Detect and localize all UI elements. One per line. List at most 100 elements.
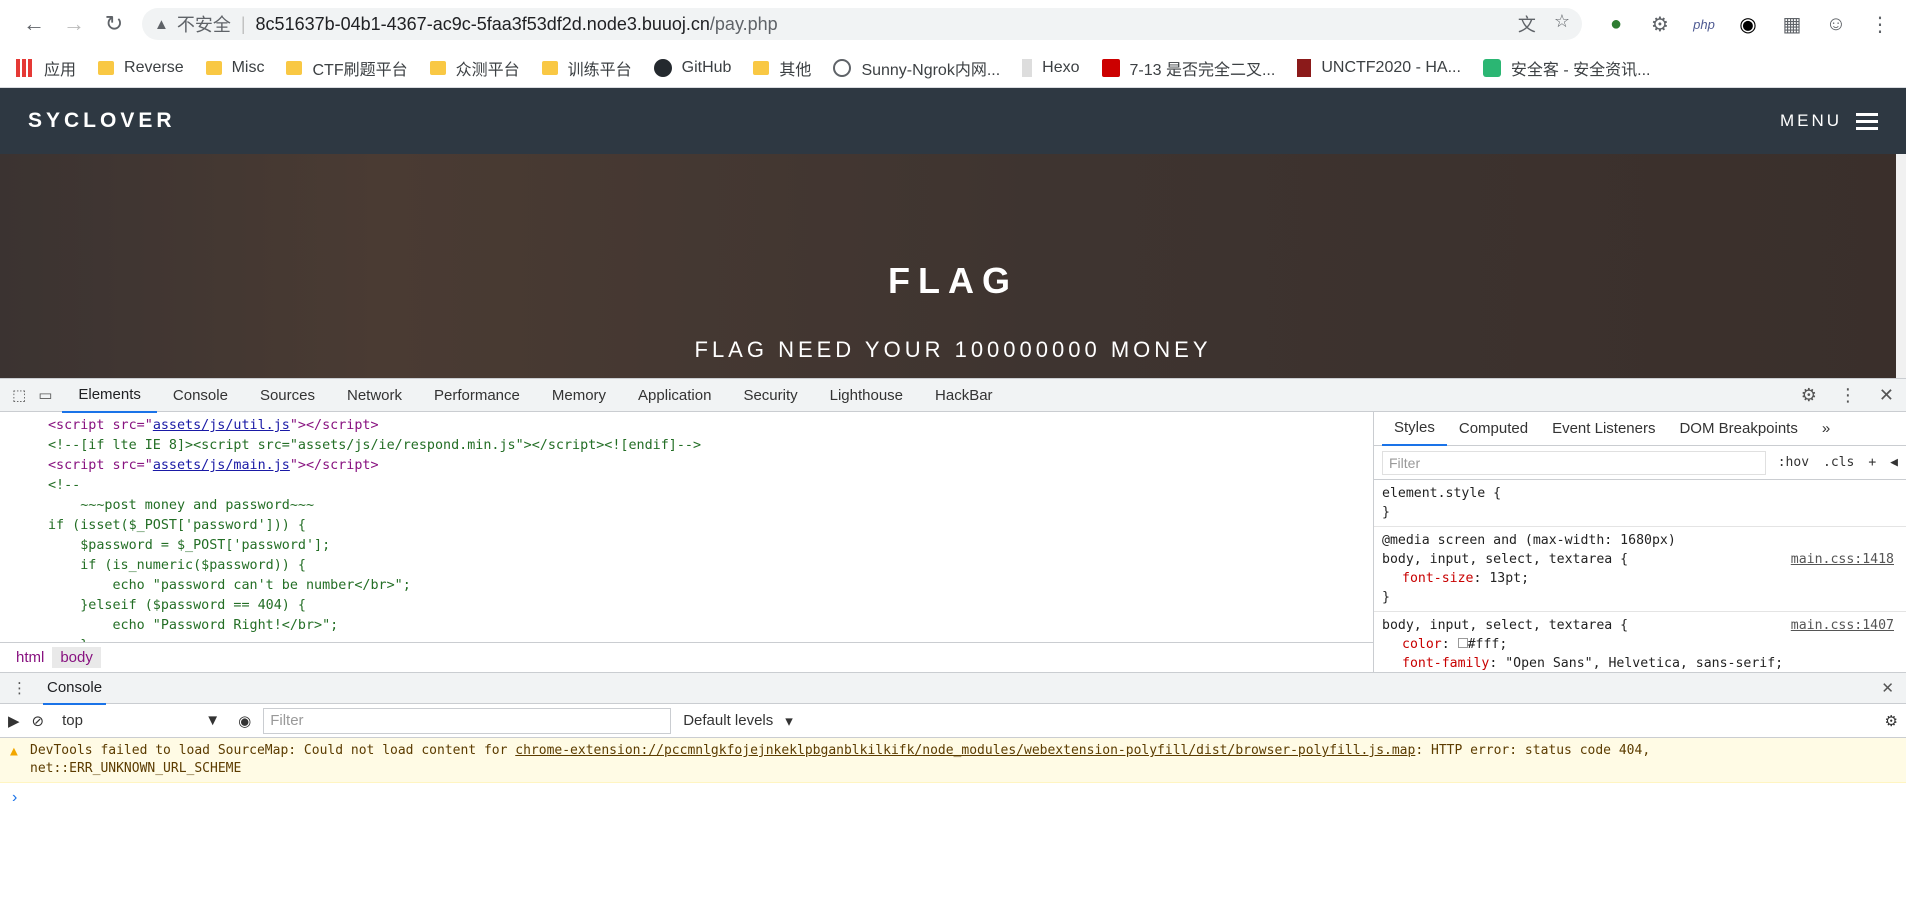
extension-circle-icon[interactable]: ◉: [1736, 12, 1760, 37]
reload-icon[interactable]: ↻: [94, 4, 134, 44]
bookmark-training[interactable]: 训练平台: [541, 56, 632, 80]
levels-dropdown[interactable]: Default levels: [683, 712, 773, 729]
extension-php-icon[interactable]: php: [1692, 17, 1716, 32]
add-rule-icon[interactable]: +: [1868, 455, 1876, 470]
dropdown-arrow-icon: ▼: [205, 712, 221, 729]
tab-lighthouse[interactable]: Lighthouse: [814, 379, 919, 412]
bookmark-reverse[interactable]: Reverse: [98, 59, 184, 77]
settings-icon[interactable]: ⚙: [1801, 385, 1817, 406]
crumb-html[interactable]: html: [8, 647, 52, 668]
element-style-rule[interactable]: element.style { }: [1374, 480, 1906, 527]
page-scrollbar[interactable]: [1896, 154, 1906, 378]
crumb-body[interactable]: body: [52, 647, 101, 668]
body-rule[interactable]: body, input, select, textarea { main.css:…: [1374, 612, 1906, 677]
tab-computed[interactable]: Computed: [1447, 412, 1540, 445]
tab-memory[interactable]: Memory: [536, 379, 622, 412]
bookmark-zhongce[interactable]: 众测平台: [429, 56, 520, 80]
console-settings-icon[interactable]: ⚙: [1885, 712, 1898, 730]
styles-tabs: Styles Computed Event Listeners DOM Brea…: [1374, 412, 1906, 446]
bookmark-ngrok[interactable]: Sunny-Ngrok内网...: [833, 56, 1000, 80]
rule1-source-link[interactable]: main.css:1418: [1791, 550, 1894, 569]
console-filter-input[interactable]: Filter: [263, 707, 672, 734]
close-icon[interactable]: ✕: [1879, 385, 1894, 406]
console-prompt[interactable]: ›: [0, 783, 1906, 813]
bookmark-other[interactable]: 其他: [753, 56, 811, 80]
devtools-toolbar: ⬚ ▭ Elements Console Sources Network Per…: [0, 378, 1906, 413]
dom-tree[interactable]: <script src="assets/js/util.js"></script…: [0, 412, 1373, 642]
drawer-tab-console[interactable]: Console: [43, 672, 107, 705]
folder-icon: [541, 60, 558, 75]
sidebar-icon[interactable]: ▶: [8, 712, 20, 730]
tab-performance[interactable]: Performance: [418, 379, 536, 412]
forward-icon[interactable]: →: [54, 4, 94, 44]
extension-green-icon[interactable]: ●: [1604, 13, 1628, 36]
tab-network[interactable]: Network: [331, 379, 418, 412]
styles-pane: Styles Computed Event Listeners DOM Brea…: [1374, 412, 1906, 672]
console-warning: ▲ DevTools failed to load SourceMap: Cou…: [0, 738, 1906, 783]
address-bar[interactable]: ▲ 不安全 | 8c51637b-04b1-4367-ac9c-5faa3f53…: [142, 8, 1582, 40]
sourcemap-link[interactable]: chrome-extension://pccmnlgkfojejnkeklpbg…: [515, 743, 1415, 758]
context-select[interactable]: top ▼: [56, 709, 226, 733]
tab-application[interactable]: Application: [622, 379, 727, 412]
drawer-menu-icon[interactable]: ⋮: [12, 679, 27, 697]
color-swatch[interactable]: [1457, 638, 1468, 648]
bookmark-binary-tree[interactable]: 7-13 是否完全二叉...: [1101, 56, 1275, 80]
menu-button[interactable]: MENU: [1780, 111, 1878, 131]
anquanke-icon: [1482, 58, 1501, 77]
folder-icon: [753, 60, 770, 75]
browser-toolbar: ← → ↻ ▲ 不安全 | 8c51637b-04b1-4367-ac9c-5f…: [0, 0, 1906, 48]
separator: |: [240, 13, 246, 34]
hamburger-icon: [1856, 112, 1878, 130]
tab-styles[interactable]: Styles: [1382, 411, 1447, 446]
eye-icon[interactable]: ◉: [238, 712, 251, 730]
warning-icon: ▲: [154, 15, 169, 33]
tab-elements[interactable]: Elements: [62, 378, 157, 413]
more-tabs-icon[interactable]: »: [1810, 412, 1842, 445]
cls-button[interactable]: .cls: [1823, 455, 1854, 470]
more-icon[interactable]: ⋮: [1868, 12, 1892, 37]
back-icon[interactable]: ←: [14, 4, 54, 44]
site-logo[interactable]: SYCLOVER: [28, 109, 176, 133]
clear-console-icon[interactable]: ⊘: [32, 712, 45, 730]
bookmark-ctf[interactable]: CTF刷题平台: [286, 56, 408, 80]
bookmark-misc[interactable]: Misc: [205, 59, 264, 77]
styles-filter-bar: Filter :hov .cls + ◀: [1374, 446, 1906, 480]
rule1-selector: body, input, select, textarea {: [1382, 552, 1629, 567]
warning-icon: ▲: [10, 744, 18, 759]
bookmark-anquanke[interactable]: 安全客 - 安全资讯...: [1482, 56, 1650, 80]
folder-icon: [286, 60, 303, 75]
url-path: /pay.php: [709, 13, 778, 34]
rule2-selector: body, input, select, textarea {: [1382, 618, 1629, 633]
tab-sources[interactable]: Sources: [244, 379, 331, 412]
tab-console[interactable]: Console: [157, 379, 244, 412]
tab-dom-breakpoints[interactable]: DOM Breakpoints: [1667, 412, 1809, 445]
elements-panel: <script src="assets/js/util.js"></script…: [0, 412, 1374, 672]
bookmark-unctf[interactable]: UNCTF2020 - HA...: [1297, 58, 1461, 77]
menu-label: MENU: [1779, 111, 1842, 130]
tab-security[interactable]: Security: [727, 379, 813, 412]
extensions-puzzle-icon[interactable]: ▦: [1780, 12, 1804, 37]
bookmark-apps[interactable]: 应用: [16, 56, 76, 80]
media-rule[interactable]: @media screen and (max-width: 1680px) bo…: [1374, 527, 1906, 612]
console-toolbar: ▶ ⊘ top ▼ ◉ Filter Default levels ▾ ⚙: [0, 704, 1906, 738]
styles-filter-input[interactable]: Filter: [1382, 450, 1766, 475]
folder-icon: [98, 60, 115, 75]
sidebar-toggle-icon[interactable]: ◀: [1890, 455, 1898, 470]
star-icon[interactable]: ☆: [1554, 11, 1570, 37]
drawer-close-icon[interactable]: ✕: [1881, 679, 1894, 697]
csdn-icon: [1101, 58, 1120, 77]
bookmark-hexo[interactable]: Hexo: [1022, 58, 1080, 77]
inspect-icon[interactable]: ⬚: [12, 386, 26, 404]
rule2-source-link[interactable]: main.css:1407: [1791, 616, 1894, 635]
profile-icon[interactable]: ☺: [1824, 13, 1848, 36]
extension-gear-icon[interactable]: ⚙: [1648, 12, 1672, 37]
page-subtitle: FLAG NEED YOUR 100000000 MONEY: [694, 337, 1212, 362]
bookmark-github[interactable]: GitHub: [653, 58, 731, 77]
tab-hackbar[interactable]: HackBar: [919, 379, 1009, 412]
device-toggle-icon[interactable]: ▭: [38, 386, 52, 404]
hov-button[interactable]: :hov: [1778, 455, 1809, 470]
translate-icon[interactable]: 文: [1518, 11, 1536, 37]
tab-event-listeners[interactable]: Event Listeners: [1540, 412, 1667, 445]
banner: FLAG FLAG NEED YOUR 100000000 MONEY: [0, 154, 1906, 378]
more-icon[interactable]: ⋮: [1839, 385, 1857, 406]
